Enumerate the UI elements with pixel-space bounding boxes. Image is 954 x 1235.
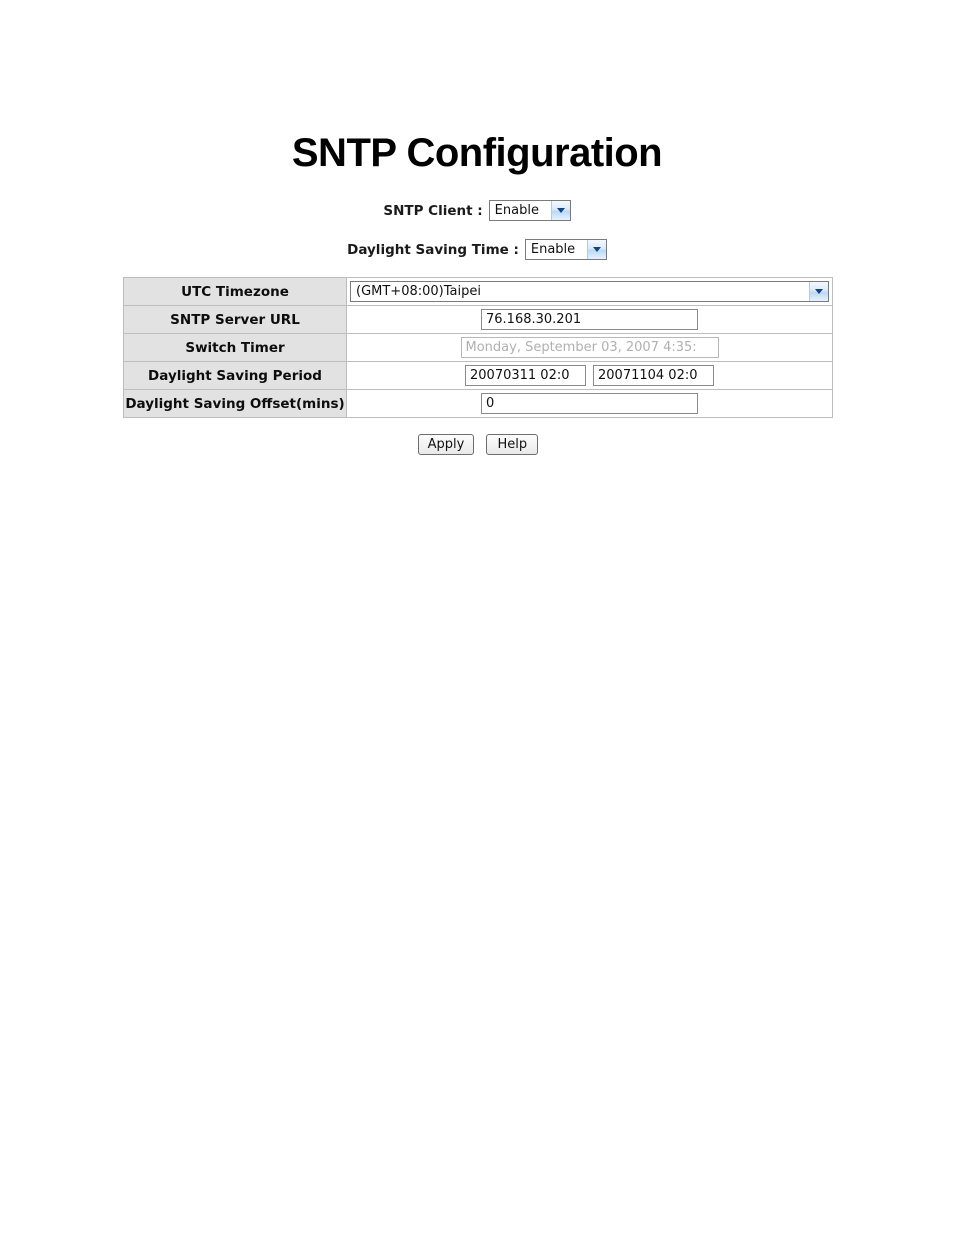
table-row: UTC Timezone (GMT+08:00)Taipei <box>123 277 833 306</box>
daylight-saving-time-label: Daylight Saving Time : <box>347 241 519 258</box>
sntp-configuration-page: SNTP Configuration SNTP Client : Enable … <box>0 0 954 1235</box>
daylight-saving-time-row: Daylight Saving Time : Enable <box>0 239 954 260</box>
sntp-client-select-button[interactable] <box>550 201 570 220</box>
sntp-client-label: SNTP Client : <box>383 202 483 219</box>
sntp-client-row: SNTP Client : Enable <box>0 200 954 221</box>
utc-timezone-label: UTC Timezone <box>123 277 347 306</box>
utc-timezone-select[interactable]: (GMT+08:00)Taipei <box>350 281 829 302</box>
sntp-server-url-label: SNTP Server URL <box>123 305 347 334</box>
sntp-configuration-table: UTC Timezone (GMT+08:00)Taipei SNTP Serv… <box>123 277 833 418</box>
table-row: Switch Timer Monday, September 03, 2007 … <box>123 333 833 362</box>
sntp-client-select-value: Enable <box>494 203 539 218</box>
table-row: Daylight Saving Offset(mins) 0 <box>123 389 833 418</box>
daylight-saving-offset-input[interactable]: 0 <box>481 393 698 414</box>
daylight-saving-period-start-input[interactable]: 20070311 02:0 <box>465 365 586 386</box>
switch-timer-label: Switch Timer <box>123 333 347 362</box>
daylight-saving-period-cell: 20070311 02:0 20071104 02:0 <box>346 361 833 390</box>
chevron-down-icon <box>556 208 565 213</box>
form-actions: Apply Help <box>123 434 833 455</box>
table-row: Daylight Saving Period 20070311 02:0 200… <box>123 361 833 390</box>
apply-button[interactable]: Apply <box>417 434 475 455</box>
help-button[interactable]: Help <box>486 434 539 455</box>
switch-timer-cell: Monday, September 03, 2007 4:35: <box>346 333 833 362</box>
daylight-saving-time-select[interactable]: Enable <box>524 239 607 260</box>
switch-timer-input: Monday, September 03, 2007 4:35: <box>460 337 719 358</box>
daylight-saving-time-select-value: Enable <box>530 242 576 257</box>
utc-timezone-select-button[interactable] <box>809 282 828 301</box>
utc-timezone-select-value: (GMT+08:00)Taipei <box>356 284 481 299</box>
chevron-down-icon <box>815 289 823 294</box>
sntp-server-url-cell: 76.168.30.201 <box>346 305 833 334</box>
table-row: SNTP Server URL 76.168.30.201 <box>123 305 833 334</box>
page-title: SNTP Configuration <box>291 131 663 175</box>
utc-timezone-cell: (GMT+08:00)Taipei <box>346 277 833 306</box>
daylight-saving-offset-label: Daylight Saving Offset(mins) <box>123 389 347 418</box>
daylight-saving-period-end-input[interactable]: 20071104 02:0 <box>593 365 714 386</box>
sntp-client-select[interactable]: Enable <box>488 200 571 221</box>
sntp-server-url-input[interactable]: 76.168.30.201 <box>481 309 698 330</box>
daylight-saving-period-label: Daylight Saving Period <box>123 361 347 390</box>
daylight-saving-time-select-button[interactable] <box>586 240 606 259</box>
daylight-saving-offset-cell: 0 <box>346 389 833 418</box>
chevron-down-icon <box>592 247 601 252</box>
